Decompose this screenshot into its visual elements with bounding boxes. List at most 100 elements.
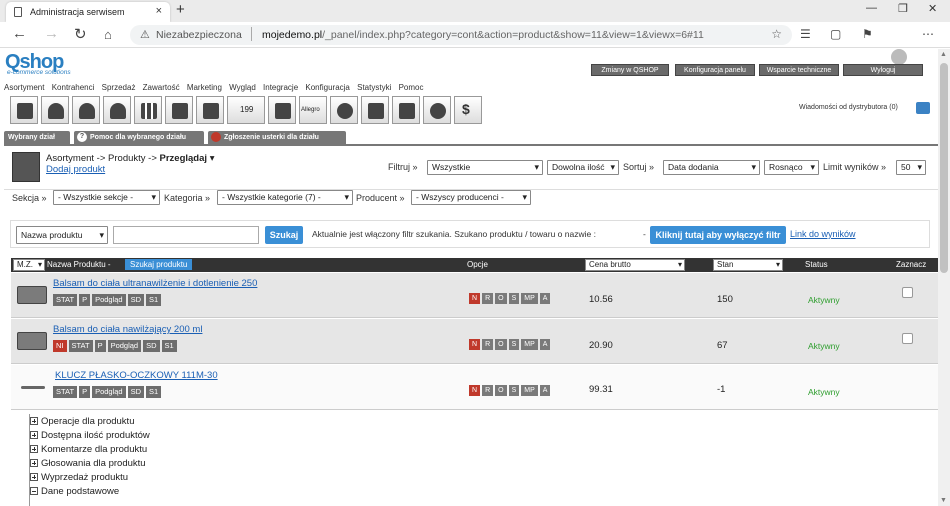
layout-icon[interactable] [268,96,296,124]
s1-button[interactable]: S1 [161,340,177,352]
message-icon[interactable] [916,102,930,114]
p-button[interactable]: P [79,294,91,306]
ni-button[interactable]: NI [53,340,67,352]
user-icon[interactable] [41,96,69,124]
option-r[interactable]: R [482,385,494,396]
badge-199-icon[interactable]: 199 [227,96,265,124]
search-input[interactable] [113,226,259,244]
logout-button[interactable]: Wyloguj [843,64,923,76]
product-name-link[interactable]: Balsam do ciała nawilżający 200 ml [53,324,202,335]
section-select[interactable]: - Wszystkie sekcje - [53,190,160,205]
option-n[interactable]: N [469,293,481,304]
user-suit-icon[interactable] [72,96,100,124]
search-field-select[interactable]: Nazwa produktu [16,226,108,244]
tab-selected-section[interactable]: Wybrany dział [4,131,70,145]
option-mp[interactable]: MP [521,385,538,396]
preview-button[interactable]: Podgląd [107,340,142,352]
option-o[interactable]: O [495,385,507,396]
forward-icon[interactable]: → [44,25,59,42]
menu-sprzedaz[interactable]: Sprzedaż [102,83,136,92]
option-mp[interactable]: MP [521,339,538,350]
stat-button[interactable]: STAT [68,340,93,352]
stat-button[interactable]: STAT [53,294,78,306]
preview-button[interactable]: Podgląd [92,386,126,398]
producer-select[interactable]: - Wszyscy producenci - [411,190,531,205]
option-r[interactable]: R [482,293,494,304]
document-icon[interactable] [165,96,193,124]
option-n[interactable]: N [469,385,481,396]
search-button[interactable]: Szukaj [265,226,303,244]
menu-konfiguracja[interactable]: Konfiguracja [305,83,349,92]
product-status[interactable]: Aktywny [808,295,840,305]
stats-icon[interactable] [10,96,38,124]
stat-button[interactable]: STAT [53,386,78,398]
product-status[interactable]: Aktywny [808,387,840,397]
option-mp[interactable]: MP [521,293,538,304]
globe-icon[interactable] [330,96,358,124]
support-button[interactable]: Wsparcie techniczne [759,64,839,76]
option-s[interactable]: S [508,293,520,304]
option-o[interactable]: O [495,339,507,350]
settings-gear-icon[interactable] [423,96,451,124]
close-tab-icon[interactable]: × [156,5,162,17]
user-business-icon[interactable] [103,96,131,124]
menu-marketing[interactable]: Marketing [187,83,222,92]
option-r[interactable]: R [482,339,494,350]
new-tab-button[interactable]: + [176,1,185,18]
maximize-icon[interactable]: ❐ [898,2,908,15]
p-button[interactable]: P [94,340,106,352]
sd-button[interactable]: SD [127,294,145,306]
menu-asortyment[interactable]: Asortyment [4,83,44,92]
add-product-link[interactable]: Dodaj produkt [46,164,105,175]
search-product-button[interactable]: Szukaj produktu [125,259,193,270]
collections-icon[interactable]: ▢ [830,27,841,41]
scroll-thumb[interactable] [940,63,948,273]
option-s[interactable]: S [508,385,520,396]
menu-wyglad[interactable]: Wygląd [229,83,256,92]
category-select[interactable]: - Wszystkie kategorie (7) - [217,190,353,205]
changes-button[interactable]: Zmiany w QSHOP [591,64,669,76]
currency-icon[interactable]: $ [454,96,482,124]
menu-pomoc[interactable]: Pomoc [399,83,424,92]
tree-node-votes[interactable]: Głosowania dla produktu [30,458,146,469]
option-a[interactable]: A [539,385,551,396]
vertical-scrollbar[interactable]: ▲ ▼ [938,49,950,506]
tab-report-bug[interactable]: Zgłoszenie usterki dla działu [208,131,346,145]
menu-statystyki[interactable]: Statystyki [357,83,391,92]
s1-button[interactable]: S1 [146,294,162,306]
grid-icon[interactable] [134,96,162,124]
s1-button[interactable]: S1 [146,386,162,398]
p-button[interactable]: P [79,386,91,398]
product-name-link[interactable]: KLUCZ PŁASKO-OCZKOWY 111M-30 [55,370,218,381]
back-icon[interactable]: ← [12,25,27,42]
sd-button[interactable]: SD [127,386,145,398]
menu-kontrahenci[interactable]: Kontrahenci [52,83,95,92]
option-n[interactable]: N [469,339,481,350]
option-o[interactable]: O [495,293,507,304]
favorites-icon[interactable]: ☰ [800,27,811,41]
product-name-link[interactable]: Balsam do ciała ultranawilżenie i dotlen… [53,278,257,289]
email-icon[interactable] [392,96,420,124]
browser-tab[interactable]: Administracja serwisem × [6,2,170,22]
tree-node-quantity[interactable]: Dostępna ilość produktów [30,430,150,441]
quantity-select[interactable]: Dowolna ilość [547,160,619,175]
feedback-icon[interactable]: ⚑ [862,27,873,41]
sd-button[interactable]: SD [143,340,160,352]
tab-section-help[interactable]: ? Pomoc dla wybranego działu [74,131,204,145]
stock-sort-select[interactable]: Stan [713,259,783,271]
more-icon[interactable]: ⋯ [922,27,934,41]
reload-icon[interactable]: ↻ [74,25,87,43]
option-s[interactable]: S [508,339,520,350]
panel-config-button[interactable]: Konfiguracja panelu [675,64,755,76]
mz-select[interactable]: M.Z. [13,259,45,271]
tree-node-comments[interactable]: Komentarze dla produktu [30,444,147,455]
results-link[interactable]: Link do wyników [790,229,856,239]
allegro-icon[interactable]: Allegro [299,96,327,124]
option-a[interactable]: A [539,339,551,350]
tree-node-sale[interactable]: Wyprzedaż produktu [30,472,128,483]
price-sort-select[interactable]: Cena brutto [585,259,685,271]
page-p-icon[interactable] [196,96,224,124]
hat-icon[interactable] [361,96,389,124]
preview-button[interactable]: Podgląd [92,294,126,306]
option-a[interactable]: A [539,293,551,304]
